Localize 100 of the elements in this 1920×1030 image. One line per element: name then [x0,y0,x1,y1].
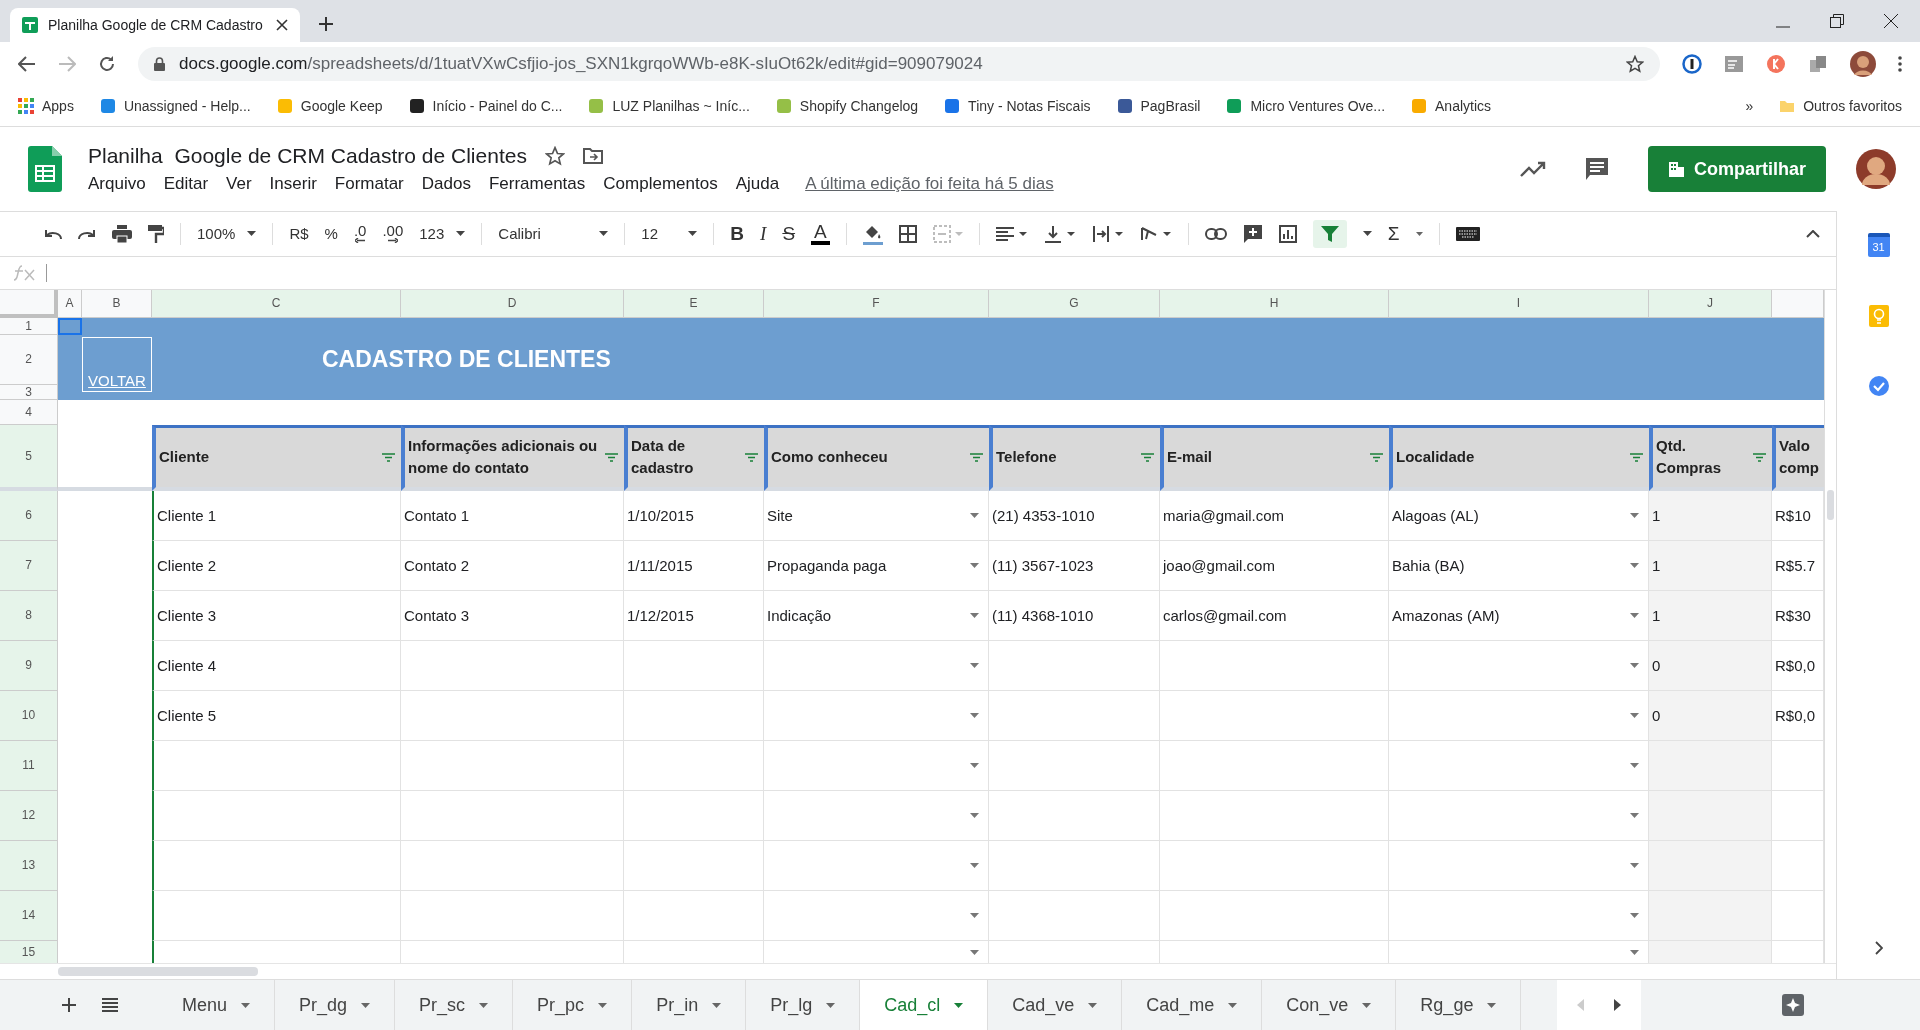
bookmark[interactable]: Início - Painel do C... [408,98,563,114]
row-header[interactable]: 10 [0,690,58,741]
bookmark[interactable]: Unassigned - Help... [99,98,251,114]
add-sheet-icon[interactable] [62,998,76,1012]
dropdown-arrow-icon[interactable] [1630,512,1639,518]
filter-icon[interactable] [1141,452,1154,462]
menu-item[interactable]: Inserir [269,174,317,194]
sheet-tab[interactable]: Menu [158,980,276,1030]
bookmark[interactable]: Shopify Changelog [775,98,919,114]
filter-icon[interactable] [970,452,983,462]
reload-icon[interactable] [98,55,116,73]
bookmark[interactable]: Analytics [1411,98,1492,114]
row-header[interactable]: 5 [0,424,58,491]
move-to-folder-icon[interactable] [582,148,603,164]
number-format-dropdown[interactable]: 123 [419,225,466,243]
increase-decimals-button[interactable]: .00 [382,224,404,244]
scroll-right-icon[interactable] [1614,999,1622,1011]
menu-item[interactable]: Ver [226,174,252,194]
bold-button[interactable]: B [730,222,745,245]
column-header[interactable]: I [1389,289,1649,318]
horizontal-scrollbar[interactable] [0,963,1836,979]
dropdown-arrow-icon[interactable] [970,662,979,668]
row-header[interactable]: 11 [0,740,58,791]
bookmark[interactable]: Micro Ventures Ove... [1226,98,1386,114]
dropdown-arrow-icon[interactable] [1630,662,1639,668]
activity-trend-icon[interactable] [1519,161,1546,177]
menu-item[interactable]: Ajuda [735,174,780,194]
undo-icon[interactable] [44,227,62,240]
dropdown-arrow-icon[interactable] [970,712,979,718]
menu-item[interactable]: Ferramentas [488,174,586,194]
column-header[interactable]: C [152,289,401,318]
filter-icon[interactable] [1753,452,1766,462]
vertical-scrollbar[interactable] [1824,289,1836,964]
vertical-align-icon[interactable] [1043,224,1076,243]
column-header[interactable]: B [82,289,152,318]
sheets-logo-icon[interactable] [28,146,62,192]
menu-item[interactable]: Arquivo [88,174,146,194]
sheet-tab[interactable]: Cad_cl [860,980,989,1030]
dropdown-arrow-icon[interactable] [1630,762,1639,768]
bookmark[interactable]: Tiny - Notas Fiscais [944,98,1091,114]
dropdown-arrow-icon[interactable] [1630,712,1639,718]
bookmark[interactable]: Apps [18,98,74,114]
chart-icon[interactable] [1278,224,1297,243]
add-comment-icon[interactable] [1242,223,1263,244]
expand-panel-icon[interactable] [1874,941,1883,955]
menu-item[interactable]: Editar [163,174,209,194]
close-icon[interactable] [276,19,288,31]
functions-button[interactable]: Σ [1387,222,1400,245]
caret-icon[interactable] [1362,231,1372,237]
dropdown-arrow-icon[interactable] [1630,612,1639,618]
address-bar[interactable]: docs.google.com/spreadsheets/d/1tuatVXwCsfjio-jos_SXN1kgrqoWWb-e8K-sIuOt62k/edit#gid=909079024 [138,47,1660,81]
dropdown-arrow-icon[interactable] [970,512,979,518]
document-title[interactable]: Planilha Google de CRM Cadastro de Clientes [88,144,527,168]
star-icon[interactable] [1626,55,1644,73]
row-header[interactable]: 2 [0,334,58,385]
filter-button[interactable] [1312,219,1347,248]
restore-icon[interactable] [1830,14,1844,28]
bookmark[interactable]: PagBrasil [1116,98,1201,114]
close-icon[interactable] [1884,14,1898,28]
extension-badge-icon[interactable] [1766,54,1786,74]
redo-icon[interactable] [78,227,96,240]
browser-tab[interactable]: Planilha Google de CRM Cadastro [10,8,300,42]
dropdown-arrow-icon[interactable] [970,762,979,768]
print-icon[interactable] [112,224,132,243]
row-header[interactable]: 8 [0,590,58,641]
sheet-tab[interactable]: Pr_sc [395,980,514,1030]
dropdown-arrow-icon[interactable] [970,949,979,955]
back-icon[interactable] [18,56,36,72]
row-header[interactable]: 15 [0,940,58,964]
strikethrough-button[interactable]: S [782,222,796,245]
row-header[interactable]: 7 [0,540,58,591]
dropdown-arrow-icon[interactable] [970,862,979,868]
decrease-decimals-button[interactable]: .0 [353,224,367,244]
caret-icon[interactable] [1415,231,1423,236]
copy-extension-icon[interactable] [1808,54,1828,74]
dropdown-arrow-icon[interactable] [1630,912,1639,918]
sheet-tab[interactable]: Cad_ve [988,980,1123,1030]
text-rotate-icon[interactable] [1139,224,1172,243]
dropdown-arrow-icon[interactable] [1630,862,1639,868]
filter-icon[interactable] [745,452,758,462]
selected-cell[interactable] [58,317,82,335]
sheet-tab[interactable]: Con_ve [1262,980,1397,1030]
all-sheets-icon[interactable] [102,998,118,1012]
user-avatar-icon[interactable] [1856,149,1896,189]
row-header[interactable]: 6 [0,490,58,541]
sheet-tab[interactable]: Rg_ge [1396,980,1522,1030]
text-color-button[interactable]: A [811,222,830,245]
column-header[interactable]: H [1160,289,1389,318]
paint-format-icon[interactable] [148,224,164,243]
dropdown-arrow-icon[interactable] [970,812,979,818]
align-left-icon[interactable] [995,225,1028,242]
calendar-icon[interactable]: 31 [1867,233,1890,257]
collapse-caret-icon[interactable] [1806,229,1820,238]
link-icon[interactable] [1204,227,1227,240]
filter-icon[interactable] [605,452,618,462]
keyboard-icon[interactable] [1455,226,1480,241]
sheet-tab[interactable]: Pr_in [632,980,747,1030]
row-header[interactable]: 4 [0,399,58,425]
last-edit-link[interactable]: A última edição foi feita há 5 dias [805,174,1054,194]
row-header[interactable]: 13 [0,840,58,891]
